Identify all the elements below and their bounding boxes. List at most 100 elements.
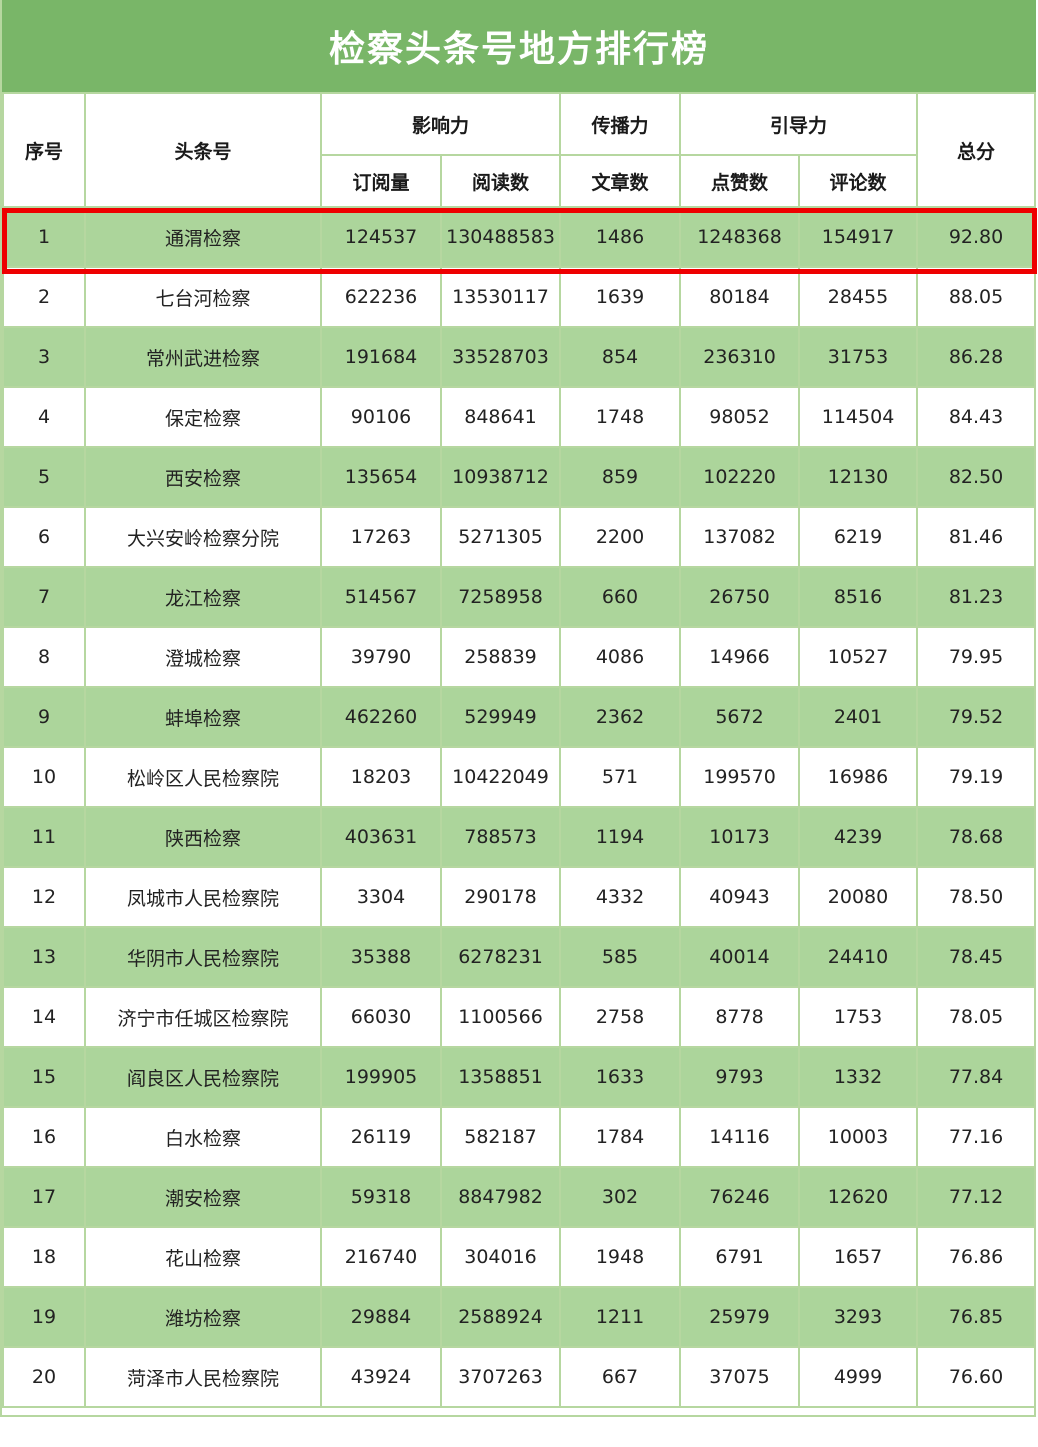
cell-reads: 582187: [439, 1106, 562, 1168]
cell-reads: 3707263: [439, 1346, 562, 1408]
cell-total: 78.05: [916, 986, 1037, 1048]
cell-subscriptions: 199905: [320, 1046, 442, 1108]
cell-subscriptions: 514567: [320, 566, 442, 628]
cell-rank: 4: [2, 386, 86, 448]
cell-rank: 13: [2, 926, 86, 988]
cell-account-name: 潍坊检察: [84, 1286, 322, 1348]
cell-subscriptions: 29884: [320, 1286, 442, 1348]
cell-rank: 6: [2, 506, 86, 568]
cell-total: 76.86: [916, 1226, 1037, 1288]
cell-rank: 11: [2, 806, 86, 868]
cell-reads: 529949: [439, 686, 562, 748]
cell-total: 78.45: [916, 926, 1037, 988]
page-title: 检察头条号地方排行榜: [2, 0, 1036, 92]
cell-account-name: 西安检察: [84, 446, 322, 508]
table-row: 4 保定检察 90106 848641 1748 98052 114504 84.43: [2, 386, 1037, 448]
cell-comments: 16986: [798, 746, 919, 808]
cell-comments: 28455: [798, 266, 919, 328]
cell-comments: 10527: [798, 626, 919, 688]
cell-comments: 114504: [798, 386, 919, 448]
cell-likes: 40014: [679, 926, 801, 988]
ranking-table: 序号 头条号 影响力 传播力 引导力 总分 订阅量 阅读数 文章数 点赞数 评论…: [2, 92, 1037, 1408]
table-row: 7 龙江检察 514567 7258958 660 26750 8516 81.23: [2, 566, 1037, 628]
cell-subscriptions: 66030: [320, 986, 442, 1048]
cell-likes: 8778: [679, 986, 801, 1048]
cell-subscriptions: 124537: [320, 206, 442, 268]
cell-rank: 5: [2, 446, 86, 508]
cell-reads: 848641: [439, 386, 562, 448]
cell-total: 78.50: [916, 866, 1037, 928]
cell-account-name: 阎良区人民检察院: [84, 1046, 322, 1108]
cell-rank: 19: [2, 1286, 86, 1348]
cell-rank: 12: [2, 866, 86, 928]
table-row: 17 潮安检察 59318 8847982 302 76246 12620 77.12: [2, 1166, 1037, 1228]
cell-account-name: 常州武进检察: [84, 326, 322, 388]
cell-articles: 302: [559, 1166, 682, 1228]
cell-likes: 1248368: [679, 206, 801, 268]
cell-rank: 2: [2, 266, 86, 328]
cell-likes: 5672: [679, 686, 801, 748]
cell-reads: 2588924: [439, 1286, 562, 1348]
cell-account-name: 菏泽市人民检察院: [84, 1346, 322, 1408]
cell-likes: 102220: [679, 446, 801, 508]
table-row: 18 花山检察 216740 304016 1948 6791 1657 76.86: [2, 1226, 1037, 1288]
cell-account-name: 蚌埠检察: [84, 686, 322, 748]
cell-account-name: 澄城检察: [84, 626, 322, 688]
cell-account-name: 凤城市人民检察院: [84, 866, 322, 928]
cell-articles: 1211: [559, 1286, 682, 1348]
cell-subscriptions: 18203: [320, 746, 442, 808]
cell-total: 81.23: [916, 566, 1037, 628]
cell-likes: 10173: [679, 806, 801, 868]
cell-articles: 660: [559, 566, 682, 628]
table-row: 3 常州武进检察 191684 33528703 854 236310 31753 86.28: [2, 326, 1037, 388]
cell-reads: 5271305: [439, 506, 562, 568]
table-row: 13 华阴市人民检察院 35388 6278231 585 40014 24410 78.45: [2, 926, 1037, 988]
cell-likes: 76246: [679, 1166, 801, 1228]
cell-articles: 1633: [559, 1046, 682, 1108]
table-row: 19 潍坊检察 29884 2588924 1211 25979 3293 76.85: [2, 1286, 1037, 1348]
table-row: 10 松岭区人民检察院 18203 10422049 571 199570 16986 79.…: [2, 746, 1037, 808]
header-influence: 影响力: [319, 92, 562, 156]
cell-total: 77.12: [916, 1166, 1037, 1228]
cell-account-name: 陕西检察: [84, 806, 322, 868]
header-likes: 点赞数: [679, 154, 801, 208]
cell-comments: 3293: [798, 1286, 919, 1348]
header-reads: 阅读数: [439, 154, 562, 208]
cell-total: 84.43: [916, 386, 1037, 448]
cell-articles: 571: [559, 746, 682, 808]
cell-subscriptions: 403631: [320, 806, 442, 868]
cell-reads: 33528703: [439, 326, 562, 388]
cell-articles: 2362: [559, 686, 682, 748]
table-row: 6 大兴安岭检察分院 17263 5271305 2200 137082 6219 81.46: [2, 506, 1037, 568]
cell-comments: 4239: [798, 806, 919, 868]
cell-likes: 14966: [679, 626, 801, 688]
cell-reads: 10938712: [439, 446, 562, 508]
cell-total: 79.95: [916, 626, 1037, 688]
cell-comments: 1332: [798, 1046, 919, 1108]
cell-account-name: 松岭区人民检察院: [84, 746, 322, 808]
cell-articles: 4086: [559, 626, 682, 688]
table-row: 9 蚌埠检察 462260 529949 2362 5672 2401 79.52: [2, 686, 1037, 748]
table-row: 5 西安检察 135654 10938712 859 102220 12130 82.50: [2, 446, 1037, 508]
cell-account-name: 潮安检察: [84, 1166, 322, 1228]
cell-comments: 20080: [798, 866, 919, 928]
table-row: 11 陕西检察 403631 788573 1194 10173 4239 78.68: [2, 806, 1037, 868]
cell-likes: 6791: [679, 1226, 801, 1288]
cell-rank: 14: [2, 986, 86, 1048]
cell-likes: 26750: [679, 566, 801, 628]
cell-comments: 10003: [798, 1106, 919, 1168]
cell-likes: 80184: [679, 266, 801, 328]
cell-articles: 1194: [559, 806, 682, 868]
cell-reads: 290178: [439, 866, 562, 928]
cell-account-name: 花山检察: [84, 1226, 322, 1288]
cell-total: 81.46: [916, 506, 1037, 568]
cell-comments: 1657: [798, 1226, 919, 1288]
cell-likes: 199570: [679, 746, 801, 808]
cell-total: 82.50: [916, 446, 1037, 508]
cell-reads: 10422049: [439, 746, 562, 808]
cell-subscriptions: 39790: [320, 626, 442, 688]
cell-rank: 17: [2, 1166, 86, 1228]
cell-likes: 137082: [679, 506, 801, 568]
cell-rank: 16: [2, 1106, 86, 1168]
cell-total: 77.16: [916, 1106, 1037, 1168]
